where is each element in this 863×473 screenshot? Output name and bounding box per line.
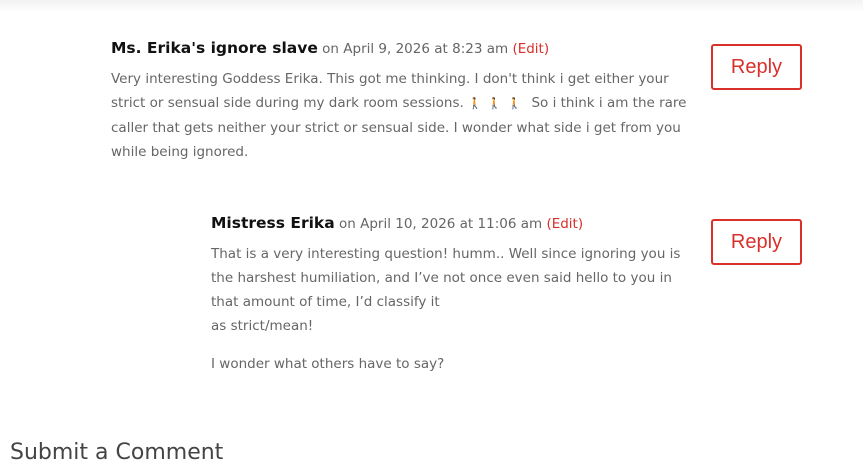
comment-author[interactable]: Ms. Erika's ignore slave (111, 39, 318, 57)
comment-body: Very interesting Goddess Erika. This got… (111, 67, 701, 164)
comment-date[interactable]: on April 10, 2026 at 11:06 am (339, 216, 542, 232)
person-walking-icon: 🚶🚶🚶 (468, 97, 528, 110)
comment-2: Mistress Erika on April 10, 2026 at 11:0… (211, 213, 701, 376)
comment-body: That is a very interesting question! hum… (211, 242, 701, 376)
edit-link[interactable]: (Edit) (512, 41, 549, 57)
comment-meta: Ms. Erika's ignore slave on April 9, 202… (111, 38, 701, 59)
comment-1: Ms. Erika's ignore slave on April 9, 202… (111, 38, 701, 164)
reply-button[interactable]: Reply (711, 219, 802, 265)
header-shadow (0, 0, 863, 12)
edit-link[interactable]: (Edit) (546, 216, 583, 232)
comment-date[interactable]: on April 9, 2026 at 8:23 am (322, 41, 508, 57)
comment-paragraph: Very interesting Goddess Erika. This got… (111, 71, 687, 160)
comment-author[interactable]: Mistress Erika (211, 214, 335, 232)
reply-button[interactable]: Reply (711, 44, 802, 90)
comment-meta: Mistress Erika on April 10, 2026 at 11:0… (211, 213, 701, 234)
submit-comment-heading: Submit a Comment (10, 440, 224, 465)
comment-paragraph: That is a very interesting question! hum… (211, 246, 681, 334)
comment-paragraph: I wonder what others have to say? (211, 356, 445, 372)
